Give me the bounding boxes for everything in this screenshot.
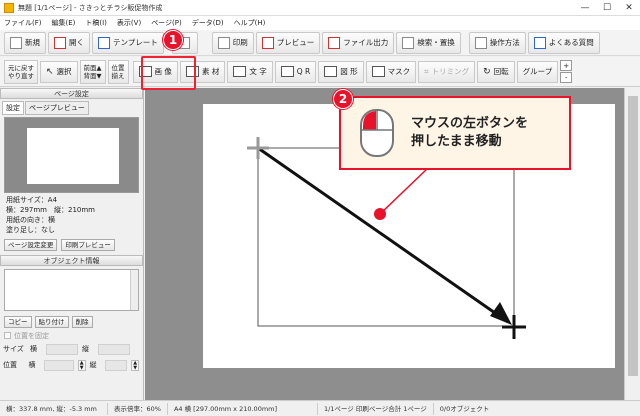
start-crosshair-icon — [247, 137, 269, 159]
status-pages: 1/1ページ 印刷ページ合計 1ページ — [318, 402, 434, 415]
image-button-highlight — [141, 56, 196, 90]
drag-arrow-head — [490, 302, 512, 325]
status-paper: A4 横 [297.00mm x 210.00mm] — [168, 402, 318, 415]
mouse-icon — [360, 109, 394, 157]
callout-line-2: 押したまま移動 — [411, 134, 502, 149]
step-1-badge: 1 — [163, 30, 183, 50]
status-bar: 横：337.8 mm, 縦：-5.3 mm 表示倍率：60% A4 横 [297… — [0, 400, 640, 416]
callout-message: マウスの左ボタンを 押したまま移動 — [411, 115, 528, 151]
status-objects: 0/0オブジェクト — [439, 404, 490, 413]
callout-pointer-dot — [374, 208, 386, 220]
drag-arrow-line — [257, 146, 509, 324]
callout-pointer-line — [379, 167, 429, 215]
status-zoom: 表示倍率：60% — [108, 402, 168, 415]
instruction-callout: マウスの左ボタンを 押したまま移動 — [339, 96, 571, 170]
status-coordinates: 横：337.8 mm, 縦：-5.3 mm — [0, 402, 108, 415]
drag-illustration — [247, 137, 526, 339]
step-2-badge: 2 — [333, 89, 353, 109]
callout-line-1: マウスの左ボタンを — [411, 116, 529, 131]
